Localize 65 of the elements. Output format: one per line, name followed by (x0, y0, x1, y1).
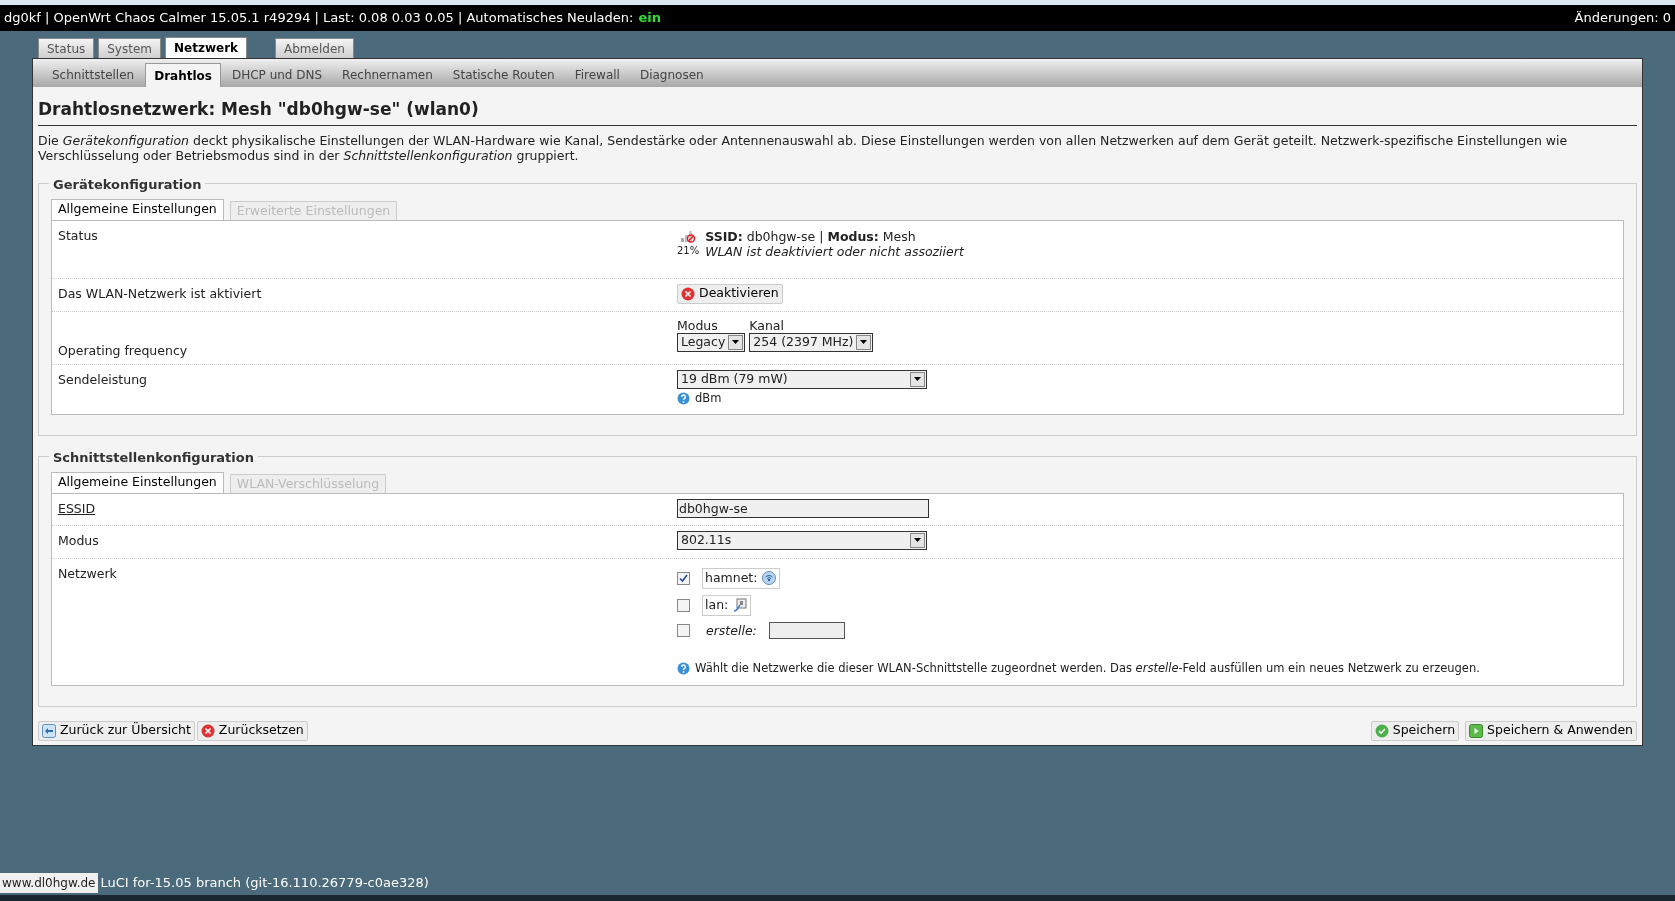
action-button[interactable]: Zurücksetzen (196, 720, 308, 741)
field-label: ESSID (57, 499, 97, 518)
help-icon (677, 662, 690, 676)
field-label: Das WLAN-Netzwerk ist aktiviert (57, 284, 263, 303)
network-name: lan: (705, 595, 729, 614)
action-button[interactable]: Zurück zur Übersicht (38, 720, 195, 741)
caret-icon (910, 532, 925, 548)
subnav-tab[interactable]: Statische Routen (443, 63, 564, 87)
play-icon (1469, 723, 1484, 738)
subnav-tab[interactable]: DHCP und DNS (222, 63, 332, 87)
caret-icon (856, 334, 872, 350)
close-icon (200, 723, 215, 738)
ethernet-icon (732, 597, 749, 613)
action-button[interactable]: Speichern (1370, 720, 1460, 741)
caret-icon (728, 334, 744, 350)
section-tab[interactable]: Allgemeine Einstellungen (51, 471, 224, 493)
checkbox[interactable] (677, 624, 690, 638)
nav-tab[interactable]: Netzwerk (165, 37, 248, 58)
footer-version: LuCI for-15.05 branch (git-16.110.26779-c0ae328) (100, 874, 429, 893)
subnav-tab[interactable]: Firewall (565, 63, 629, 87)
autoreload-status[interactable]: ein (638, 8, 661, 28)
help-text: Wählt die Netzwerke die dieser WLAN-Schnittstelle zugeordnet werden. Das erstelle-Feld ausfüllen um ein neues Netzwerk zu erzeugen. (695, 660, 1480, 678)
field-label: Operating frequency (57, 341, 189, 360)
header-info: dg0kf | OpenWrt Chaos Calmer 15.05.1 r49294 | Last: 0.08 0.03 0.05 | Automatisches Neuladen: (4, 9, 634, 28)
ssid-summary: SSID: db0hgw-se | Modus: Mesh (705, 228, 917, 244)
field-label: Modus (57, 531, 100, 550)
section-tab[interactable]: Allgemeine Einstellungen (51, 198, 224, 220)
action-button[interactable]: Deaktivieren (677, 283, 783, 304)
checkbox[interactable] (677, 571, 690, 585)
new-network-input[interactable] (768, 622, 845, 640)
browser-status-url: www.dl0hgw.de (0, 873, 98, 893)
nav-tab[interactable]: Abmelden (275, 38, 354, 58)
field-label: Netzwerk (57, 564, 118, 583)
field-label: Status (57, 226, 99, 245)
close-icon (681, 286, 695, 301)
subnav-tab[interactable]: Schnittstellen (43, 63, 144, 87)
checkmark-icon (1374, 723, 1389, 738)
description-text: Die Gerätekonfiguration deckt physikalische Einstellungen der WLAN-Hardware wie Kanal, Sendestärke oder Antennenauswahl ab. Diese Einstellungen werden von allen Netzwerken auf dem Gerät geteilt. Netzwerk-spezifische Einstellungen wie Verschlüsselung oder Betriebsmodus sind in der Schnittstellenkonfiguration gruppiert. (38, 132, 1569, 163)
nav-tab[interactable]: System (98, 38, 161, 58)
subnav-tab[interactable]: Rechnernamen (333, 63, 442, 87)
network-name: hamnet: (705, 568, 758, 587)
changes-counter[interactable]: Änderungen: 0 (1574, 8, 1671, 28)
help-text: dBm (695, 389, 722, 407)
essid-input[interactable]: db0hgw-se (677, 498, 929, 518)
caret-icon (910, 371, 925, 387)
signal-percent: 21% (677, 243, 700, 258)
nav-tab[interactable]: Status (38, 38, 95, 58)
help-icon (677, 391, 690, 405)
status-note: WLAN ist deaktiviert oder nicht assoziiert (705, 243, 964, 259)
wireless-icon (761, 570, 778, 586)
dropdown[interactable]: 802.11s (677, 530, 927, 550)
action-button[interactable]: Speichern & Anwenden (1465, 720, 1637, 741)
page-title: Drahtlosnetzwerk: Mesh "db0hgw-se" (wlan0) (38, 97, 1637, 126)
checkbox[interactable] (677, 598, 690, 612)
arrow-left-icon (42, 723, 56, 738)
subnav-tab[interactable]: Diagnosen (630, 63, 713, 87)
create-label: erstelle: (706, 621, 757, 640)
subnav-tab[interactable]: Drahtlos (145, 63, 221, 87)
field-label: Sendeleistung (57, 370, 148, 389)
signal-disabled-icon (680, 228, 697, 243)
select-label: Modus (677, 317, 719, 333)
dropdown[interactable]: 19 dBm (79 mW) (677, 369, 927, 389)
dropdown[interactable]: Legacy (677, 332, 746, 352)
select-label: Kanal (749, 317, 785, 333)
dropdown[interactable]: 254 (2397 MHz) (749, 332, 874, 352)
